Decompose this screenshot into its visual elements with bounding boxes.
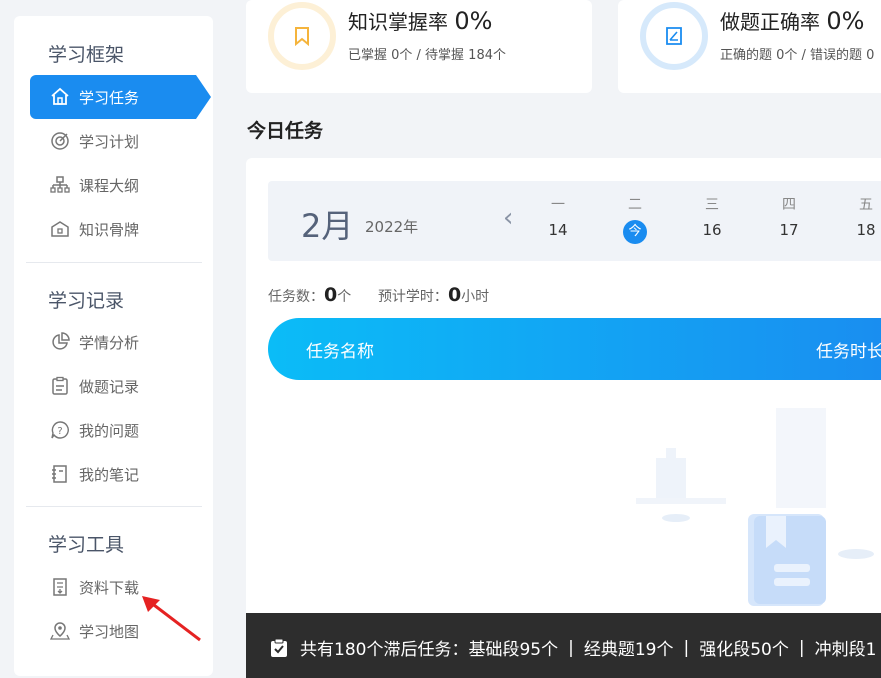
accuracy-rate: 0% bbox=[826, 7, 865, 35]
calendar-month: 2月 bbox=[301, 207, 354, 245]
notice-prefix: 共有180个滞后任务： bbox=[300, 640, 469, 660]
notice-part: 强化段50个 bbox=[699, 640, 789, 660]
column-task-name: 任务名称 bbox=[306, 342, 374, 362]
section-title-framework: 学习框架 bbox=[48, 44, 125, 66]
accuracy-card: 做题正确率 0% 正确的题 0个 / 错误的题 0 bbox=[618, 0, 881, 93]
sidebar-item-my-questions[interactable]: ? 我的问题 bbox=[30, 408, 211, 452]
sidebar-item-my-notes[interactable]: 我的笔记 bbox=[30, 452, 211, 496]
clipboard-icon bbox=[48, 374, 72, 398]
sidebar-item-label: 学习计划 bbox=[79, 132, 140, 151]
notice-part: 经典题19个 bbox=[583, 640, 674, 660]
sidebar-divider bbox=[26, 506, 202, 507]
sidebar: 学习框架 学习任务 学习计划 课程大纲 知识骨牌 学习记录 学情分析 做题记录 … bbox=[14, 16, 213, 676]
accuracy-subtext: 正确的题 0个 / 错误的题 0 bbox=[720, 48, 875, 63]
sidebar-item-syllabus[interactable]: 课程大纲 bbox=[30, 163, 211, 207]
notice-separator: | bbox=[798, 637, 805, 658]
column-task-duration: 任务时长 bbox=[816, 342, 881, 362]
map-icon bbox=[48, 619, 72, 643]
sidebar-item-label: 我的笔记 bbox=[79, 465, 140, 484]
overdue-tasks-notice[interactable]: 共有180个滞后任务： 基础段95个 | 经典题19个 | 强化段50个 | 冲… bbox=[246, 613, 881, 678]
today-badge: 今 bbox=[623, 220, 647, 244]
notice-part: 基础段95个 bbox=[468, 640, 559, 660]
estimated-hours: 0 bbox=[447, 284, 462, 306]
sidebar-item-label: 学习地图 bbox=[79, 622, 140, 641]
calendar-year: 2022年 bbox=[365, 218, 419, 236]
sidebar-item-label: 学情分析 bbox=[79, 333, 140, 352]
bookmark-icon-circle bbox=[268, 2, 336, 70]
bookmark-icon bbox=[295, 27, 309, 46]
section-title-tools: 学习工具 bbox=[48, 534, 125, 556]
svg-text:?: ? bbox=[57, 426, 62, 437]
download-doc-icon bbox=[48, 575, 72, 599]
calendar-day[interactable]: 五 18 bbox=[846, 194, 881, 242]
domino-icon bbox=[48, 217, 72, 241]
calendar-day[interactable]: 一 14 bbox=[538, 194, 578, 242]
accuracy-icon-circle bbox=[640, 2, 708, 70]
empty-state-illustration bbox=[636, 408, 874, 606]
sidebar-item-label: 做题记录 bbox=[79, 377, 140, 396]
sidebar-item-label: 学习任务 bbox=[79, 88, 140, 107]
question-icon: ? bbox=[48, 418, 72, 442]
week-calendar: 2月 2022年 ‹ 一 14 二 今 三 16 四 17 五 18 bbox=[268, 181, 881, 261]
calendar-day-today[interactable]: 二 今 bbox=[615, 194, 655, 244]
sidebar-item-label: 课程大纲 bbox=[79, 176, 140, 195]
pie-chart-icon bbox=[48, 330, 72, 354]
note-icon bbox=[48, 462, 72, 486]
pen-doc-icon bbox=[666, 27, 682, 45]
prev-week-chevron-icon[interactable]: ‹ bbox=[503, 203, 513, 233]
today-tasks-title: 今日任务 bbox=[247, 120, 324, 142]
calendar-day[interactable]: 四 17 bbox=[769, 194, 809, 242]
section-title-records: 学习记录 bbox=[48, 290, 125, 312]
notice-separator: | bbox=[683, 637, 690, 658]
task-table-header: 任务名称 任务时长 bbox=[268, 318, 881, 380]
sidebar-item-label: 知识骨牌 bbox=[79, 220, 140, 239]
task-count: 0 bbox=[324, 284, 338, 306]
knowledge-title: 知识掌握率 bbox=[348, 10, 448, 34]
sidebar-item-study-plan[interactable]: 学习计划 bbox=[30, 119, 211, 163]
notice-separator: | bbox=[568, 637, 574, 658]
sidebar-item-practice-records[interactable]: 做题记录 bbox=[30, 364, 211, 408]
today-task-panel: 2月 2022年 ‹ 一 14 二 今 三 16 四 17 五 18 任务数：0… bbox=[246, 158, 881, 678]
home-icon bbox=[48, 85, 72, 109]
sidebar-divider bbox=[26, 262, 202, 263]
notice-part: 冲刺段1 bbox=[814, 640, 877, 660]
task-summary-row: 任务数：0个 预计学时：0小时 bbox=[268, 284, 490, 306]
sidebar-item-label: 我的问题 bbox=[79, 421, 140, 440]
sidebar-item-knowledge-domino[interactable]: 知识骨牌 bbox=[30, 207, 211, 251]
calendar-day[interactable]: 三 16 bbox=[692, 194, 732, 242]
target-icon bbox=[48, 129, 72, 153]
knowledge-subtext: 已掌握 0个 / 待掌握 184个 bbox=[348, 48, 506, 63]
knowledge-mastery-card: 知识掌握率 0% 已掌握 0个 / 待掌握 184个 bbox=[246, 0, 592, 93]
accuracy-title: 做题正确率 bbox=[720, 10, 820, 34]
org-chart-icon bbox=[48, 173, 72, 197]
annotation-arrow-icon bbox=[142, 596, 201, 642]
sidebar-item-learning-task[interactable]: 学习任务 bbox=[30, 75, 211, 119]
clipboard-check-icon bbox=[271, 638, 287, 657]
sidebar-item-label: 资料下载 bbox=[79, 578, 140, 597]
sidebar-item-analysis[interactable]: 学情分析 bbox=[30, 320, 211, 364]
knowledge-rate: 0% bbox=[454, 7, 493, 35]
